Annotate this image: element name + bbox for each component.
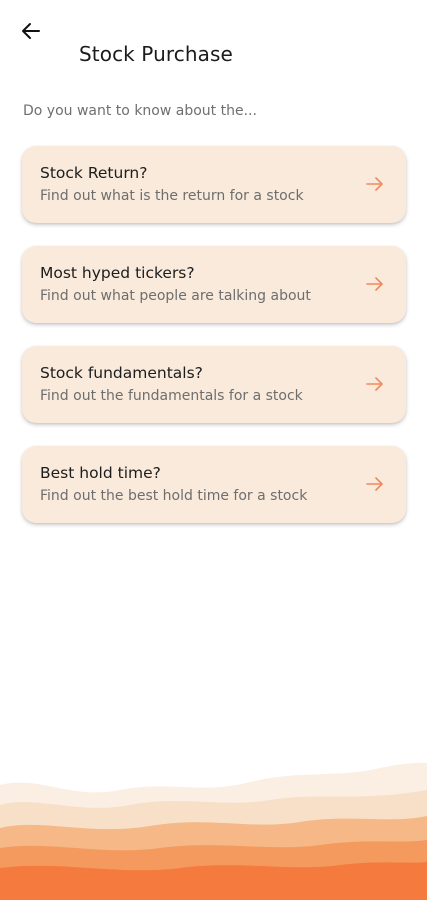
arrow-right-icon	[366, 177, 383, 191]
stock-fundamentals-card[interactable]: Stock fundamentals? Find out the fundame…	[22, 346, 406, 423]
card-title: Best hold time?	[40, 464, 161, 482]
arrow-right-icon	[366, 477, 383, 491]
card-description: Find out what is the return for a stock	[40, 188, 304, 204]
card-title: Stock Return?	[40, 164, 148, 182]
card-description: Find out the fundamentals for a stock	[40, 388, 303, 404]
stock-return-card[interactable]: Stock Return? Find out what is the retur…	[22, 146, 406, 223]
prompt-text: Do you want to know about the...	[23, 103, 257, 119]
options-list: Stock Return? Find out what is the retur…	[22, 146, 406, 546]
page-title: Stock Purchase	[79, 42, 233, 66]
arrow-left-icon	[22, 23, 40, 39]
arrow-right-icon	[366, 277, 383, 291]
card-title: Stock fundamentals?	[40, 364, 203, 382]
card-title: Most hyped tickers?	[40, 264, 195, 282]
best-hold-time-card[interactable]: Best hold time? Find out the best hold t…	[22, 446, 406, 523]
hyped-tickers-card[interactable]: Most hyped tickers? Find out what people…	[22, 246, 406, 323]
decorative-waves	[0, 762, 427, 900]
arrow-right-icon	[366, 377, 383, 391]
card-description: Find out the best hold time for a stock	[40, 488, 308, 504]
back-button[interactable]	[14, 16, 48, 46]
card-description: Find out what people are talking about	[40, 288, 311, 304]
